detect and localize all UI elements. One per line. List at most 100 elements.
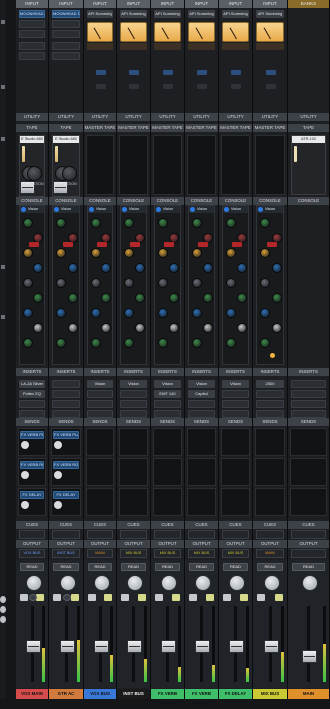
power-icon[interactable] (258, 207, 263, 212)
mute-button[interactable] (155, 594, 163, 601)
mute-button[interactable] (189, 594, 197, 601)
send-slot[interactable] (255, 488, 285, 516)
eq-knob[interactable] (124, 248, 134, 258)
cue-slot[interactable] (52, 530, 80, 539)
eq-knob[interactable] (33, 293, 43, 303)
eq-knob[interactable] (192, 248, 202, 258)
insert-slot[interactable] (120, 400, 147, 408)
insert-slot[interactable]: Capitol (188, 390, 215, 398)
fader-cap[interactable] (229, 640, 244, 653)
eq-knob[interactable] (192, 308, 202, 318)
eq-knob[interactable] (135, 263, 145, 273)
eq-knob[interactable] (237, 293, 247, 303)
eq-knob[interactable] (135, 323, 145, 333)
fader-cap[interactable] (59, 640, 75, 653)
eq-knob[interactable] (158, 338, 168, 348)
plugin-button[interactable] (163, 70, 173, 75)
output-select[interactable] (291, 549, 326, 558)
section-toggle-icon[interactable] (1, 137, 5, 141)
fader-cap[interactable] (25, 640, 41, 653)
power-icon[interactable] (156, 207, 161, 212)
strip-option-icon[interactable] (0, 606, 6, 613)
send-slot[interactable]: FX VERB ROOM (18, 458, 46, 486)
insert-slot[interactable] (52, 380, 80, 388)
insert-slot[interactable]: Vision (222, 380, 249, 388)
automation-mode[interactable]: READ (53, 563, 79, 571)
input-option-slot[interactable] (52, 20, 80, 28)
input-source-select[interactable]: API Summing (154, 10, 181, 18)
input-option-slot[interactable] (52, 52, 80, 60)
eq-knob[interactable] (203, 293, 213, 303)
cue-slot[interactable] (154, 530, 181, 539)
output-select[interactable]: MIX BUS (222, 549, 249, 558)
pan-knob[interactable] (263, 575, 280, 591)
section-toggle-icon[interactable] (1, 20, 5, 24)
insert-slot[interactable] (19, 410, 45, 418)
eq-knob[interactable] (260, 248, 270, 258)
channel-eq-plugin[interactable]: Vision (222, 205, 249, 365)
send-slot[interactable] (119, 488, 148, 516)
send-slot[interactable] (255, 458, 285, 486)
plugin-button[interactable] (265, 84, 276, 89)
saturation-knob[interactable] (62, 166, 77, 181)
mute-button[interactable] (257, 594, 265, 601)
send-destination[interactable]: FX VERB ROOM (20, 461, 44, 469)
eq-knob[interactable] (272, 323, 282, 333)
insert-slot[interactable] (87, 390, 113, 398)
eq-knob[interactable] (192, 338, 202, 348)
plugin-button[interactable] (163, 84, 173, 89)
channel-eq-plugin[interactable]: Vision (120, 205, 147, 365)
eq-knob[interactable] (33, 263, 43, 273)
send-slot[interactable] (119, 458, 148, 486)
insert-slot[interactable] (222, 390, 249, 398)
solo-button[interactable] (104, 594, 112, 601)
automation-mode[interactable]: READ (223, 563, 248, 571)
plugin-button[interactable] (129, 70, 139, 75)
send-slot[interactable] (290, 458, 327, 486)
send-slot[interactable] (86, 458, 114, 486)
channel-eq-plugin[interactable]: Vision (87, 205, 113, 365)
cue-slot[interactable] (291, 530, 326, 539)
eq-knob[interactable] (124, 278, 134, 288)
insert-slot[interactable] (52, 400, 80, 408)
channel-eq-plugin[interactable]: Vision (19, 205, 45, 365)
fader-cap[interactable] (302, 650, 317, 663)
eq-knob[interactable] (158, 278, 168, 288)
insert-slot[interactable] (291, 380, 326, 388)
insert-slot[interactable] (291, 390, 326, 398)
send-destination[interactable]: FX VERB ROOM (53, 461, 79, 469)
channel-eq-plugin[interactable]: Vision (52, 205, 80, 365)
input-option-slot[interactable] (52, 42, 80, 50)
eq-knob[interactable] (91, 248, 101, 258)
channel-name[interactable]: FX VERB ROOM (185, 689, 218, 706)
eq-knob[interactable] (203, 263, 213, 273)
eq-knob[interactable] (56, 308, 66, 318)
eq-knob[interactable] (226, 338, 236, 348)
automation-mode[interactable]: READ (88, 563, 112, 571)
send-level-knob[interactable] (54, 441, 62, 449)
send-slot[interactable] (86, 488, 114, 516)
fader-cap[interactable] (93, 640, 109, 653)
fader-cap[interactable] (195, 640, 210, 653)
solo-button[interactable] (206, 594, 214, 601)
send-slot[interactable] (221, 458, 250, 486)
input-option-slot[interactable] (19, 52, 45, 60)
eq-knob[interactable] (192, 278, 202, 288)
power-icon[interactable] (224, 207, 229, 212)
eq-knob[interactable] (237, 323, 247, 333)
eq-in-switch[interactable] (96, 242, 107, 247)
output-select[interactable]: MIX BUS (188, 549, 215, 558)
cue-slot[interactable] (222, 530, 249, 539)
solo-button[interactable] (71, 594, 79, 601)
eq-knob[interactable] (169, 323, 179, 333)
cue-slot[interactable] (188, 530, 215, 539)
fader-cap[interactable] (127, 640, 142, 653)
input-source-select[interactable]: API Summing (188, 10, 215, 18)
section-toggle-icon[interactable] (1, 315, 5, 319)
automation-mode[interactable]: READ (155, 563, 180, 571)
output-select[interactable]: INST BUS (52, 549, 80, 558)
eq-knob[interactable] (56, 338, 66, 348)
eq-knob[interactable] (124, 338, 134, 348)
fader-cap[interactable] (161, 640, 176, 653)
send-destination[interactable]: FX VERB PLATE (20, 431, 44, 439)
